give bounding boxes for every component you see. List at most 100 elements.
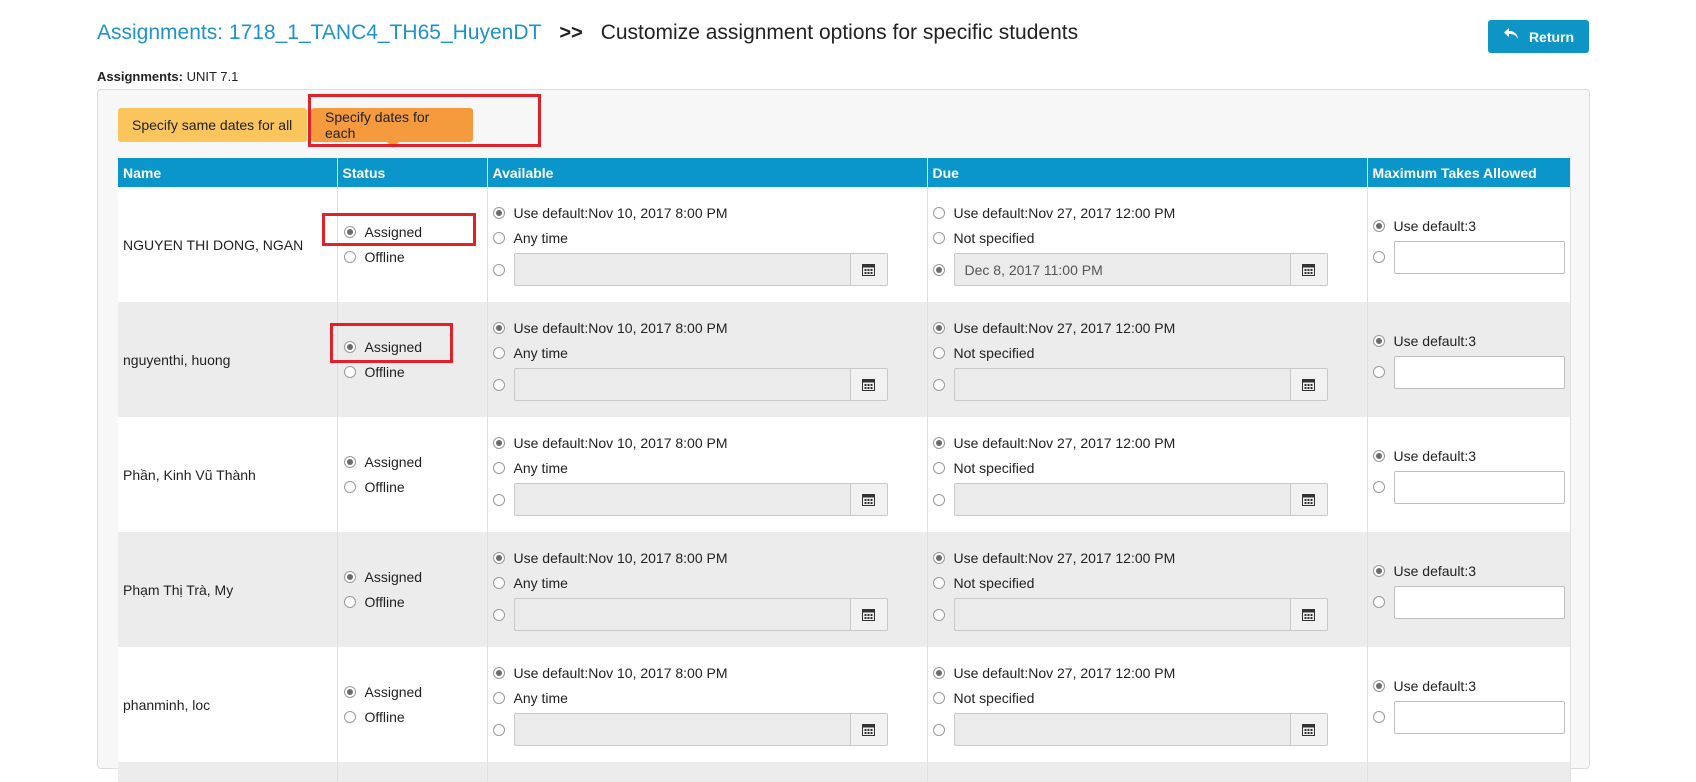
status-offline-radio[interactable] xyxy=(343,711,356,723)
available-date-field[interactable] xyxy=(513,368,888,401)
max-custom-radio[interactable] xyxy=(1372,596,1385,608)
available-date-field[interactable] xyxy=(513,598,888,631)
calendar-icon[interactable] xyxy=(1289,714,1327,745)
due-custom-radio[interactable] xyxy=(932,378,945,391)
max-default-radio[interactable] xyxy=(1372,564,1385,577)
due-custom-radio[interactable] xyxy=(932,608,945,621)
available-custom-radio[interactable] xyxy=(492,723,505,736)
table-row: NGUYEN THI DONG, NGAN Assigned Offline Use … xyxy=(118,187,1571,302)
calendar-icon[interactable] xyxy=(849,484,887,515)
status-offline-radio[interactable] xyxy=(343,366,356,378)
assignments-breadcrumb-link[interactable]: Assignments: 1718_1_TANC4_TH65_HuyenDT xyxy=(97,21,541,45)
available-any-time-radio[interactable] xyxy=(492,692,505,704)
available-default-label: Use default:Nov 10, 2017 8:00 PM xyxy=(513,435,728,451)
status-offline-radio[interactable] xyxy=(343,481,356,493)
tab-dates-for-each[interactable]: Specify dates for each xyxy=(311,108,473,148)
table-row: nguyenthi, huong Assigned Offline Use defau… xyxy=(118,302,1571,417)
max-takes-input[interactable] xyxy=(1393,470,1565,504)
status-assigned-radio[interactable] xyxy=(343,571,356,583)
available-custom-radio[interactable] xyxy=(492,493,505,506)
calendar-icon[interactable] xyxy=(1289,369,1327,400)
max-takes-cell: Use default:3 xyxy=(1367,302,1571,417)
max-custom-radio[interactable] xyxy=(1372,251,1385,263)
any-time-label: Any time xyxy=(513,345,568,361)
due-default-radio[interactable] xyxy=(932,437,945,449)
max-default-radio[interactable] xyxy=(1372,219,1385,232)
max-custom-radio[interactable] xyxy=(1372,481,1385,493)
assigned-label: Assigned xyxy=(364,454,423,470)
due-default-radio[interactable] xyxy=(932,207,945,219)
available-any-time-radio[interactable] xyxy=(492,462,505,474)
due-default-radio[interactable] xyxy=(932,667,945,679)
status-offline-radio[interactable] xyxy=(343,596,356,608)
available-date-field[interactable] xyxy=(513,253,888,286)
available-custom-radio[interactable] xyxy=(492,378,505,391)
due-custom-radio[interactable] xyxy=(932,493,945,506)
status-assigned-radio[interactable] xyxy=(343,686,356,698)
available-cell: Use default:Nov 10, 2017 8:00 PM Any time xyxy=(487,187,928,302)
any-time-label: Any time xyxy=(513,460,568,476)
status-assigned-radio[interactable] xyxy=(343,226,356,238)
max-default-radio[interactable] xyxy=(1372,449,1385,462)
calendar-icon[interactable] xyxy=(849,714,887,745)
available-default-radio[interactable] xyxy=(492,552,505,564)
due-default-radio[interactable] xyxy=(932,322,945,334)
due-not-specified-radio[interactable] xyxy=(932,232,945,244)
available-any-time-radio[interactable] xyxy=(492,347,505,359)
available-default-label: Use default:Nov 10, 2017 8:00 PM xyxy=(513,550,728,566)
not-specified-label: Not specified xyxy=(953,575,1035,591)
return-button[interactable]: Return xyxy=(1488,20,1589,53)
available-default-label: Use default:Nov 10, 2017 8:00 PM xyxy=(513,205,728,221)
available-date-field[interactable] xyxy=(513,713,888,746)
calendar-icon[interactable] xyxy=(1289,484,1327,515)
available-custom-radio[interactable] xyxy=(492,263,505,276)
calendar-icon[interactable] xyxy=(1289,599,1327,630)
assigned-label: Assigned xyxy=(364,224,423,240)
available-default-radio[interactable] xyxy=(492,207,505,219)
max-default-radio[interactable] xyxy=(1372,334,1385,347)
max-custom-radio[interactable] xyxy=(1372,366,1385,378)
due-date-field[interactable]: Dec 8, 2017 11:00 PM xyxy=(953,253,1328,286)
available-date-field[interactable] xyxy=(513,483,888,516)
any-time-label: Any time xyxy=(513,690,568,706)
due-default-radio[interactable] xyxy=(932,552,945,564)
due-not-specified-radio[interactable] xyxy=(932,692,945,704)
available-default-radio[interactable] xyxy=(492,322,505,334)
max-default-radio[interactable] xyxy=(1372,679,1385,692)
status-assigned-radio[interactable] xyxy=(343,456,356,468)
available-default-radio[interactable] xyxy=(492,667,505,679)
status-offline-radio[interactable] xyxy=(343,251,356,263)
available-default-radio[interactable] xyxy=(492,437,505,449)
available-default-label: Use default:Nov 10, 2017 8:00 PM xyxy=(513,320,728,336)
status-cell: Assigned Offline xyxy=(337,417,488,532)
due-default-label: Use default:Nov 27, 2017 12:00 PM xyxy=(953,550,1176,566)
calendar-icon[interactable] xyxy=(849,254,887,285)
max-takes-input[interactable] xyxy=(1393,700,1565,734)
due-custom-radio[interactable] xyxy=(932,263,945,276)
status-assigned-radio[interactable] xyxy=(343,341,356,353)
available-custom-radio[interactable] xyxy=(492,608,505,621)
due-not-specified-radio[interactable] xyxy=(932,462,945,474)
max-default-label: Use default:3 xyxy=(1393,332,1477,349)
due-date-field[interactable] xyxy=(953,598,1328,631)
due-not-specified-radio[interactable] xyxy=(932,577,945,589)
available-date-value xyxy=(515,714,850,745)
max-takes-input[interactable] xyxy=(1393,240,1565,274)
max-default-label: Use default:3 xyxy=(1393,562,1477,579)
due-date-field[interactable] xyxy=(953,483,1328,516)
available-any-time-radio[interactable] xyxy=(492,577,505,589)
due-date-field[interactable] xyxy=(953,368,1328,401)
due-custom-radio[interactable] xyxy=(932,723,945,736)
max-custom-radio[interactable] xyxy=(1372,711,1385,723)
tab-same-dates-for-all[interactable]: Specify same dates for all xyxy=(118,108,307,142)
calendar-icon[interactable] xyxy=(849,599,887,630)
due-date-field[interactable] xyxy=(953,713,1328,746)
table-row: phanminh, loc Assigned Offline Use default:… xyxy=(118,647,1571,762)
available-cell: Use default:Nov 10, 2017 8:00 PM Any time xyxy=(487,647,928,762)
due-not-specified-radio[interactable] xyxy=(932,347,945,359)
calendar-icon[interactable] xyxy=(1289,254,1327,285)
available-any-time-radio[interactable] xyxy=(492,232,505,244)
max-takes-input[interactable] xyxy=(1393,355,1565,389)
max-takes-input[interactable] xyxy=(1393,585,1565,619)
calendar-icon[interactable] xyxy=(849,369,887,400)
